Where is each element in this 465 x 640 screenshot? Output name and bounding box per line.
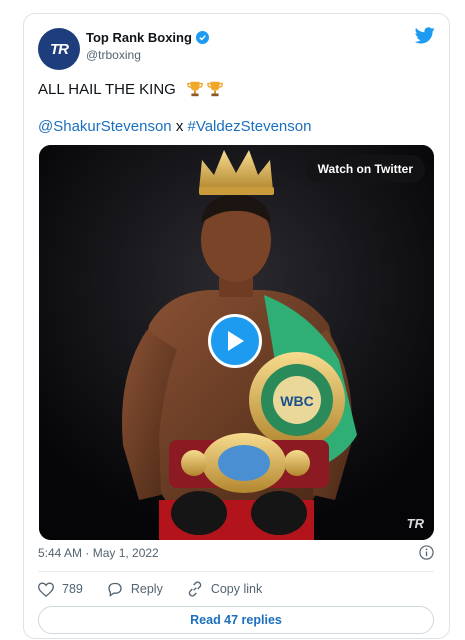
action-bar: 789 Reply Copy link bbox=[38, 581, 286, 597]
tweet-card[interactable]: TR Top Rank Boxing @trboxing ALL HAIL TH… bbox=[23, 13, 450, 639]
watch-on-twitter-button[interactable]: Watch on Twitter bbox=[305, 155, 425, 183]
info-icon[interactable] bbox=[419, 545, 434, 560]
author-handle[interactable]: @trboxing bbox=[86, 48, 141, 62]
timestamp[interactable]: 5:44 AM · May 1, 2022 bbox=[38, 546, 159, 560]
wbc-belt-text: WBC bbox=[280, 393, 313, 409]
twitter-bird-icon[interactable] bbox=[415, 27, 435, 44]
play-icon bbox=[228, 331, 244, 351]
video-media[interactable]: WBC Watch on Twitter TR bbox=[39, 145, 434, 540]
author-name[interactable]: Top Rank Boxing bbox=[86, 30, 192, 45]
mention-link[interactable]: @ShakurStevenson bbox=[38, 118, 172, 135]
hashtag-link[interactable]: #ValdezStevenson bbox=[187, 118, 311, 135]
tags-connector: x bbox=[175, 118, 184, 135]
copy-link-button[interactable]: Copy link bbox=[187, 581, 262, 597]
trophy-icon bbox=[206, 81, 223, 97]
page: TR Top Rank Boxing @trboxing ALL HAIL TH… bbox=[0, 0, 465, 640]
verified-badge-icon bbox=[195, 31, 209, 44]
author-name-row[interactable]: Top Rank Boxing bbox=[86, 30, 209, 45]
trophy-icon bbox=[186, 81, 203, 97]
avatar[interactable]: TR bbox=[38, 28, 80, 70]
championship-belt-icon bbox=[169, 433, 329, 493]
copy-link-label: Copy link bbox=[210, 582, 263, 596]
heart-icon bbox=[38, 581, 54, 597]
watermark-logo: TR bbox=[406, 516, 424, 531]
reply-button[interactable]: Reply bbox=[107, 582, 163, 597]
reply-icon bbox=[108, 582, 122, 597]
like-button[interactable]: 789 bbox=[38, 581, 83, 597]
avatar-logo-text: TR bbox=[50, 40, 69, 58]
link-icon bbox=[188, 581, 202, 597]
reply-label: Reply bbox=[130, 582, 163, 596]
tweet-text-row: ALL HAIL THE KING bbox=[38, 80, 224, 98]
like-count: 789 bbox=[62, 582, 83, 596]
tweet-meta-row: 5:44 AM · May 1, 2022 bbox=[38, 545, 434, 560]
divider bbox=[38, 571, 434, 572]
tweet-tags: @ShakurStevenson x #ValdezStevenson bbox=[38, 118, 311, 135]
tweet-text: ALL HAIL THE KING bbox=[38, 80, 176, 98]
read-replies-button[interactable]: Read 47 replies bbox=[38, 606, 434, 634]
trophy-emojis bbox=[186, 80, 224, 98]
play-button[interactable] bbox=[208, 314, 262, 368]
